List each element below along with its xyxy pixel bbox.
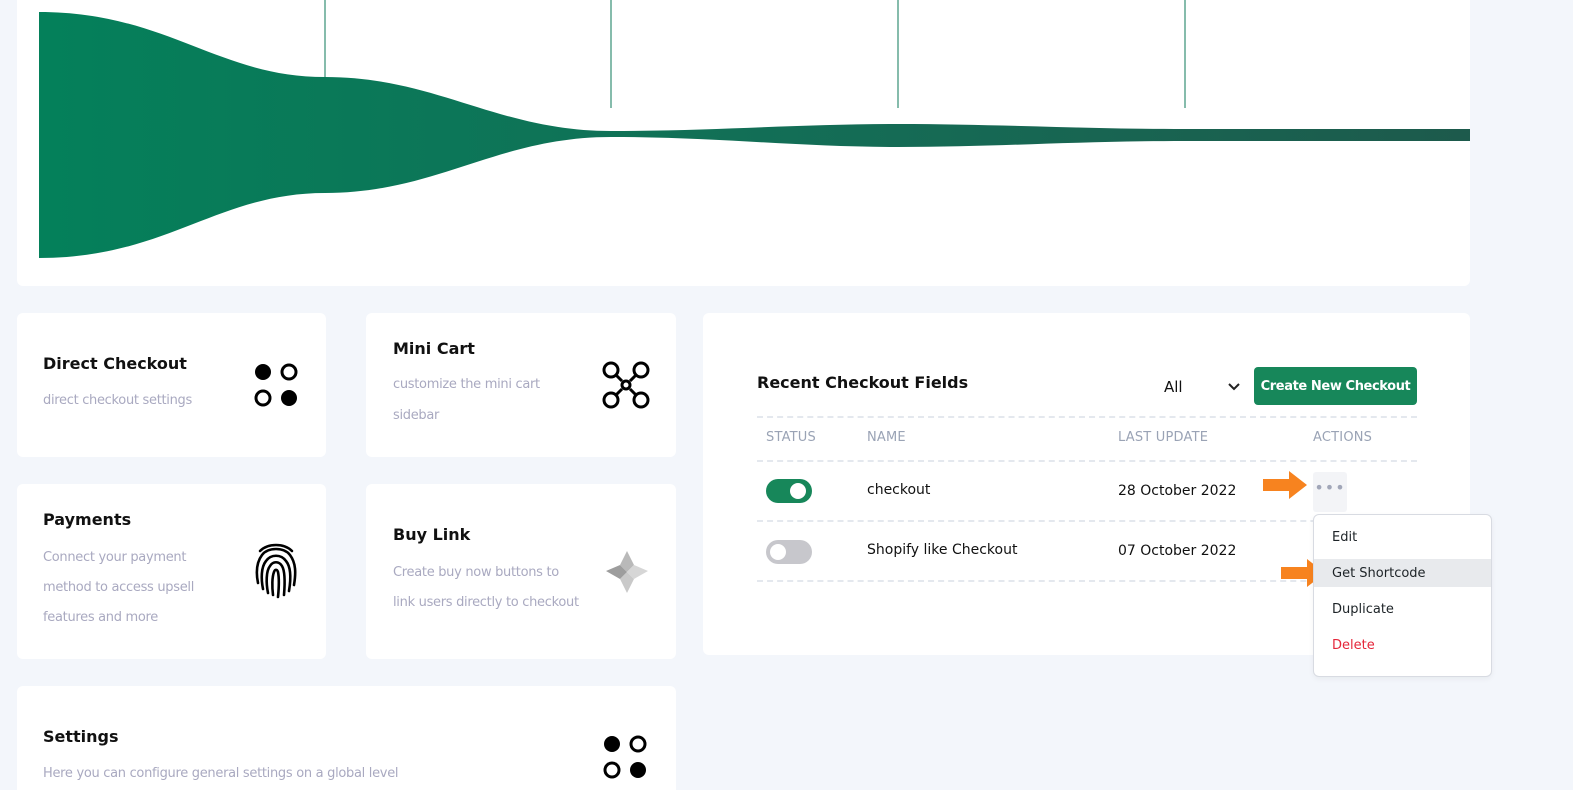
settings-card[interactable]: Settings Here you can configure general … [17, 686, 676, 790]
direct-checkout-card[interactable]: Direct Checkout direct checkout settings [17, 313, 326, 457]
payments-desc-line1: Connect your payment [43, 550, 187, 565]
fingerprint-icon [255, 543, 297, 599]
checkout-name[interactable]: checkout [867, 482, 930, 498]
payments-desc-line2: method to access upsell [43, 580, 195, 595]
menu-item-get-shortcode[interactable]: Get Shortcode [1314, 559, 1491, 587]
status-toggle[interactable] [766, 540, 812, 564]
status-toggle[interactable] [766, 479, 812, 503]
column-header-last-update: LAST UPDATE [1118, 430, 1209, 445]
row-actions-menu: Edit Get Shortcode Duplicate Delete [1313, 514, 1492, 677]
funnel-chart [39, 0, 1470, 258]
column-header-name: NAME [867, 430, 906, 445]
drone-icon [602, 361, 650, 409]
settings-title: Settings [43, 727, 119, 746]
mini-cart-title: Mini Cart [393, 339, 475, 358]
recent-checkout-title: Recent Checkout Fields [757, 373, 969, 392]
mini-cart-desc-line2: sidebar [393, 408, 440, 423]
payments-title: Payments [43, 510, 132, 529]
settings-desc: Here you can configure general settings … [43, 766, 399, 781]
menu-item-duplicate[interactable]: Duplicate [1314, 595, 1491, 623]
buy-link-desc-line2: link users directly to checkout [393, 595, 579, 610]
four-circles-icon [603, 735, 647, 779]
create-new-checkout-button[interactable]: Create New Checkout [1254, 367, 1417, 405]
direct-checkout-title: Direct Checkout [43, 354, 187, 373]
filter-value: All [1164, 378, 1183, 396]
payments-card[interactable]: Payments Connect your payment method to … [17, 484, 326, 659]
buy-link-desc-line1: Create buy now buttons to [393, 565, 559, 580]
column-header-actions: ACTIONS [1313, 430, 1373, 445]
row-actions-button[interactable]: ••• [1313, 472, 1347, 512]
status-filter-select[interactable]: All [1155, 375, 1245, 399]
checkout-last-update: 07 October 2022 [1118, 543, 1237, 559]
column-header-status: STATUS [766, 430, 816, 445]
buy-link-title: Buy Link [393, 525, 471, 544]
checkout-last-update: 28 October 2022 [1118, 483, 1237, 499]
four-circles-icon [254, 363, 298, 407]
star-icon [606, 551, 648, 593]
buy-link-card[interactable]: Buy Link Create buy now buttons to link … [366, 484, 676, 659]
funnel-shape [39, 12, 1470, 258]
menu-item-edit[interactable]: Edit [1314, 523, 1491, 551]
direct-checkout-desc: direct checkout settings [43, 393, 192, 408]
menu-item-delete[interactable]: Delete [1314, 631, 1491, 659]
arrow-right-icon [1263, 471, 1307, 499]
checkout-name[interactable]: Shopify like Checkout [867, 542, 1017, 558]
mini-cart-desc-line1: customize the mini cart [393, 377, 540, 392]
mini-cart-card[interactable]: Mini Cart customize the mini cart sideba… [366, 313, 676, 457]
payments-desc-line3: features and more [43, 610, 159, 625]
chevron-down-icon [1228, 383, 1240, 391]
funnel-chart-card [17, 0, 1470, 286]
